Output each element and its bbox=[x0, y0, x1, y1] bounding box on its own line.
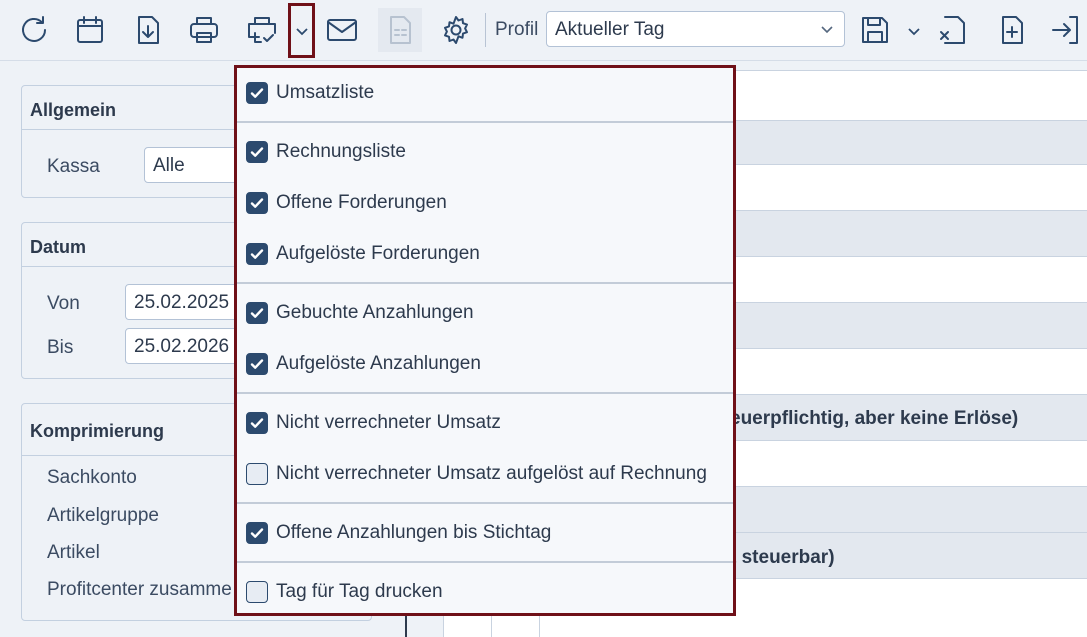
menu-item-gebuchte-anzahlungen[interactable]: Gebuchte Anzahlungen bbox=[237, 289, 733, 337]
checkbox-checked[interactable] bbox=[246, 243, 268, 265]
menu-item-label: Gebuchte Anzahlungen bbox=[276, 302, 474, 323]
von-date-input[interactable]: 25.02.2025 bbox=[125, 284, 240, 320]
menu-item-rechnungsliste[interactable]: Rechnungsliste bbox=[237, 128, 733, 176]
menu-item-label: Nicht verrechneter Umsatz aufgelöst auf … bbox=[276, 463, 707, 484]
menu-divider bbox=[237, 282, 733, 284]
checkbox-checked[interactable] bbox=[246, 353, 268, 375]
menu-divider bbox=[237, 121, 733, 123]
von-label: Von bbox=[47, 293, 80, 314]
bis-value: 25.02.2026 bbox=[134, 336, 230, 357]
menu-item-label: Tag für Tag drucken bbox=[276, 581, 443, 602]
menu-divider bbox=[237, 502, 733, 504]
menu-item-tag-fuer-tag-drucken[interactable]: Tag für Tag drucken bbox=[237, 568, 733, 616]
chevron-down-icon bbox=[295, 27, 308, 35]
bis-date-input[interactable]: 25.02.2026 bbox=[125, 328, 240, 364]
print-icon[interactable] bbox=[182, 8, 226, 52]
save-icon[interactable] bbox=[853, 8, 897, 52]
document-icon[interactable] bbox=[378, 8, 422, 52]
kassa-select[interactable]: Alle bbox=[144, 147, 244, 183]
file-add-icon[interactable] bbox=[990, 8, 1034, 52]
chevron-down-icon bbox=[821, 26, 833, 34]
checkbox-checked[interactable] bbox=[246, 192, 268, 214]
komprimierung-item[interactable]: Artikelgruppe bbox=[47, 505, 159, 527]
menu-item-label: Rechnungsliste bbox=[276, 141, 406, 162]
komprimierung-item[interactable]: Sachkonto bbox=[47, 467, 137, 489]
calendar-icon[interactable] bbox=[68, 8, 112, 52]
menu-item-nicht-verrechneter-umsatz-aufgeloest[interactable]: Nicht verrechneter Umsatz aufgelöst auf … bbox=[237, 450, 733, 498]
kassa-value: Alle bbox=[153, 155, 185, 176]
checkbox-checked[interactable] bbox=[246, 302, 268, 324]
checkbox-checked[interactable] bbox=[246, 141, 268, 163]
von-value: 25.02.2025 bbox=[134, 292, 230, 313]
chevron-down-icon bbox=[907, 27, 920, 35]
print-dropdown-toggle[interactable] bbox=[288, 3, 315, 58]
kassa-label: Kassa bbox=[47, 156, 100, 177]
menu-divider bbox=[237, 561, 733, 563]
bis-label: Bis bbox=[47, 337, 74, 358]
menu-item-label: Offene Anzahlungen bis Stichtag bbox=[276, 522, 552, 543]
menu-item-umsatzliste[interactable]: Umsatzliste bbox=[237, 69, 733, 117]
download-icon[interactable] bbox=[126, 8, 170, 52]
print-options-menu: Umsatzliste Rechnungsliste Offene Forder… bbox=[234, 65, 736, 616]
komprimierung-item[interactable]: Profitcenter zusamme bbox=[47, 579, 232, 601]
menu-item-offene-anzahlungen-stichtag[interactable]: Offene Anzahlungen bis Stichtag bbox=[237, 509, 733, 557]
menu-item-label: Umsatzliste bbox=[276, 82, 375, 103]
checkbox-unchecked[interactable] bbox=[246, 581, 268, 603]
menu-item-offene-forderungen[interactable]: Offene Forderungen bbox=[237, 179, 733, 227]
checkbox-checked[interactable] bbox=[246, 82, 268, 104]
file-close-icon[interactable] bbox=[932, 8, 976, 52]
profil-value: Aktueller Tag bbox=[555, 19, 665, 40]
menu-item-nicht-verrechneter-umsatz[interactable]: Nicht verrechneter Umsatz bbox=[237, 399, 733, 447]
row-heading: t steuerbar) bbox=[730, 547, 835, 568]
menu-divider bbox=[237, 392, 733, 394]
menu-item-label: Aufgelöste Forderungen bbox=[276, 243, 480, 264]
export-icon[interactable] bbox=[1045, 8, 1087, 52]
gear-icon[interactable] bbox=[434, 8, 478, 52]
profil-select[interactable]: Aktueller Tag bbox=[546, 11, 845, 47]
row-heading: euerpflichtig, aber keine Erlöse) bbox=[730, 408, 1019, 429]
refresh-icon[interactable] bbox=[12, 8, 56, 52]
menu-item-label: Nicht verrechneter Umsatz bbox=[276, 412, 501, 433]
mail-icon[interactable] bbox=[320, 8, 364, 52]
komprimierung-item[interactable]: Artikel bbox=[47, 542, 100, 564]
print-options-icon[interactable] bbox=[240, 8, 284, 52]
save-dropdown-toggle[interactable] bbox=[900, 3, 927, 58]
checkbox-checked[interactable] bbox=[246, 412, 268, 434]
menu-item-label: Offene Forderungen bbox=[276, 192, 447, 213]
profil-label: Profil bbox=[495, 19, 539, 40]
menu-item-aufgeloeste-forderungen[interactable]: Aufgelöste Forderungen bbox=[237, 230, 733, 278]
toolbar: Profil Aktueller Tag bbox=[0, 0, 1087, 61]
checkbox-checked[interactable] bbox=[246, 522, 268, 544]
menu-item-label: Aufgelöste Anzahlungen bbox=[276, 353, 481, 374]
toolbar-separator bbox=[485, 13, 486, 47]
menu-item-aufgeloeste-anzahlungen[interactable]: Aufgelöste Anzahlungen bbox=[237, 340, 733, 388]
checkbox-unchecked[interactable] bbox=[246, 463, 268, 485]
